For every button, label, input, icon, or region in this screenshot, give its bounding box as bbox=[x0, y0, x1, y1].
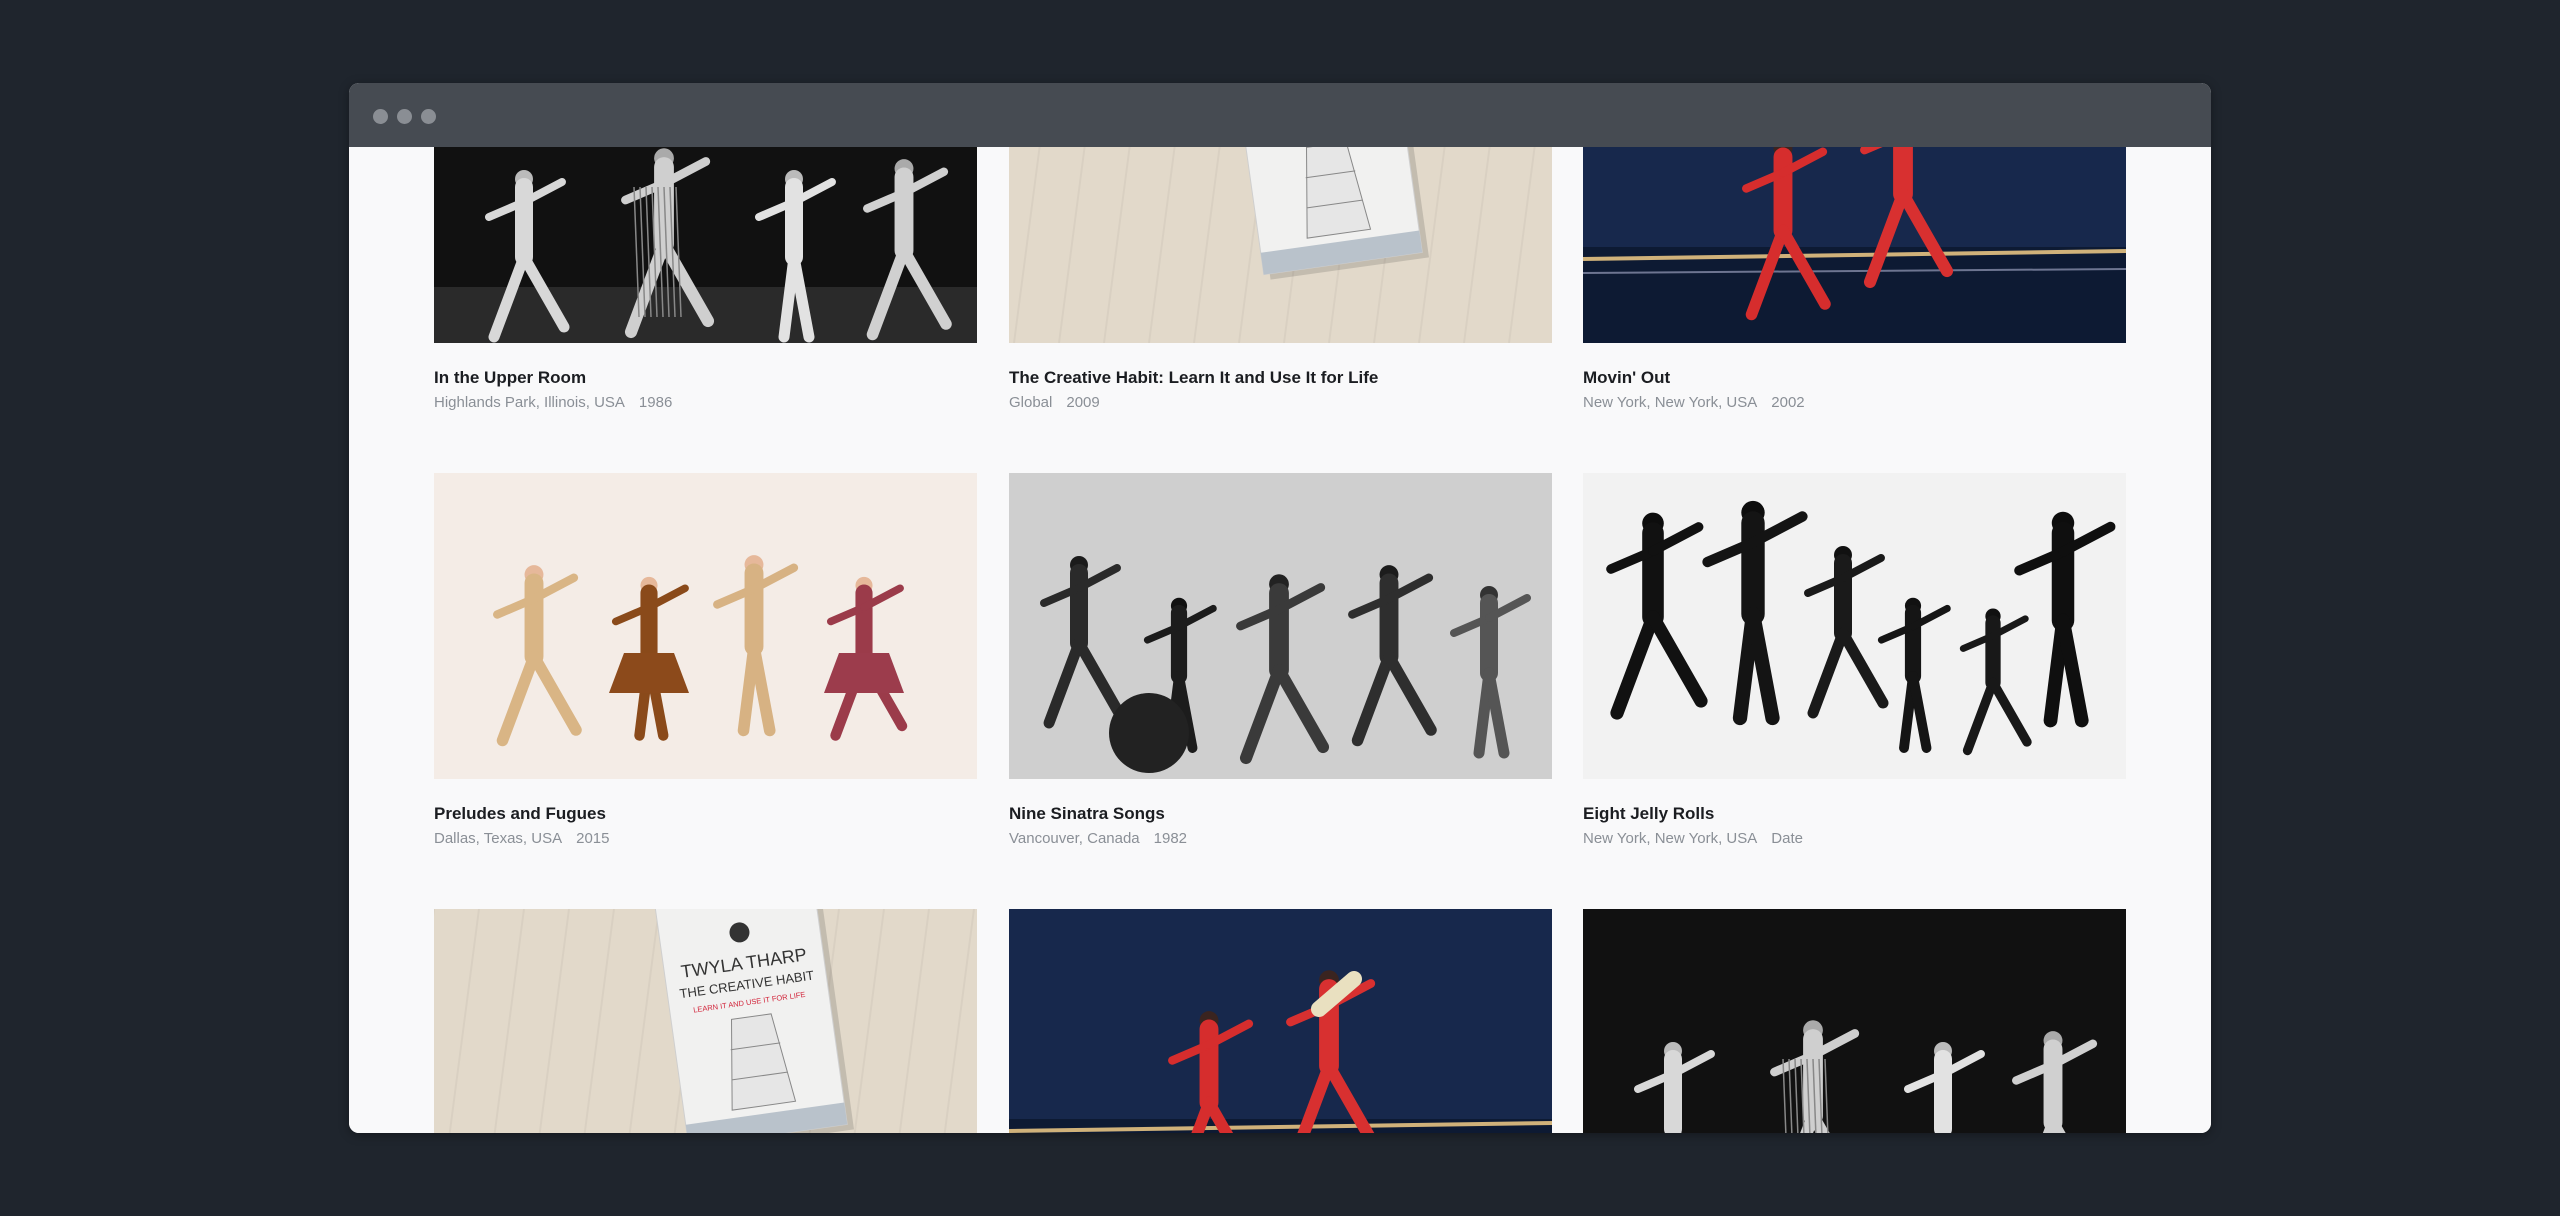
project-location: Highlands Park, Illinois, USA bbox=[434, 394, 625, 411]
project-meta: Global 2009 bbox=[1009, 394, 1100, 411]
project-location: Vancouver, Canada bbox=[1009, 830, 1140, 847]
project-year: 2002 bbox=[1771, 394, 1805, 411]
window-close-button[interactable] bbox=[373, 109, 388, 124]
project-title[interactable]: In the Upper Room bbox=[434, 368, 586, 388]
window-titlebar bbox=[349, 83, 2211, 147]
window-maximize-button[interactable] bbox=[421, 109, 436, 124]
project-image[interactable]: TWYLA THARP THE CREATIVE HABIT LEARN IT … bbox=[434, 909, 977, 1133]
project-meta: Dallas, Texas, USA 2015 bbox=[434, 830, 609, 847]
project-image[interactable] bbox=[434, 473, 977, 779]
project-image[interactable] bbox=[1583, 473, 2126, 779]
project-year: Date bbox=[1771, 830, 1803, 847]
project-title[interactable]: Movin' Out bbox=[1583, 368, 1670, 388]
project-location: Dallas, Texas, USA bbox=[434, 830, 563, 847]
project-year: 2015 bbox=[576, 830, 610, 847]
project-image[interactable] bbox=[1009, 909, 1552, 1133]
project-title[interactable]: Preludes and Fugues bbox=[434, 804, 606, 824]
project-gallery[interactable]: In the Upper Room Highlands Park, Illinoi… bbox=[349, 147, 2211, 1133]
project-title[interactable]: The Creative Habit: Learn It and Use It … bbox=[1009, 368, 1378, 388]
project-meta: Highlands Park, Illinois, USA 1986 bbox=[434, 394, 672, 411]
project-title[interactable]: Nine Sinatra Songs bbox=[1009, 804, 1165, 824]
project-image[interactable] bbox=[1009, 473, 1552, 779]
project-image[interactable] bbox=[1583, 147, 2126, 343]
project-location: Global bbox=[1009, 394, 1053, 411]
project-image[interactable]: TWYLA THARP THE CREATIVE HABIT LEARN IT … bbox=[1009, 147, 1552, 343]
browser-window: In the Upper Room Highlands Park, Illinoi… bbox=[349, 83, 2211, 1133]
project-year: 1982 bbox=[1153, 830, 1188, 847]
project-meta: New York, New York, USA Date bbox=[1583, 830, 1803, 847]
project-location: New York, New York, USA bbox=[1583, 394, 1758, 411]
project-year: 2009 bbox=[1066, 394, 1100, 411]
project-image[interactable] bbox=[1583, 909, 2126, 1133]
project-year: 1986 bbox=[638, 394, 673, 411]
project-location: New York, New York, USA bbox=[1583, 830, 1758, 847]
window-minimize-button[interactable] bbox=[397, 109, 412, 124]
project-meta: New York, New York, USA 2002 bbox=[1583, 394, 1805, 411]
project-meta: Vancouver, Canada 1982 bbox=[1009, 830, 1187, 847]
project-image[interactable] bbox=[434, 147, 977, 343]
project-title[interactable]: Eight Jelly Rolls bbox=[1583, 804, 1714, 824]
